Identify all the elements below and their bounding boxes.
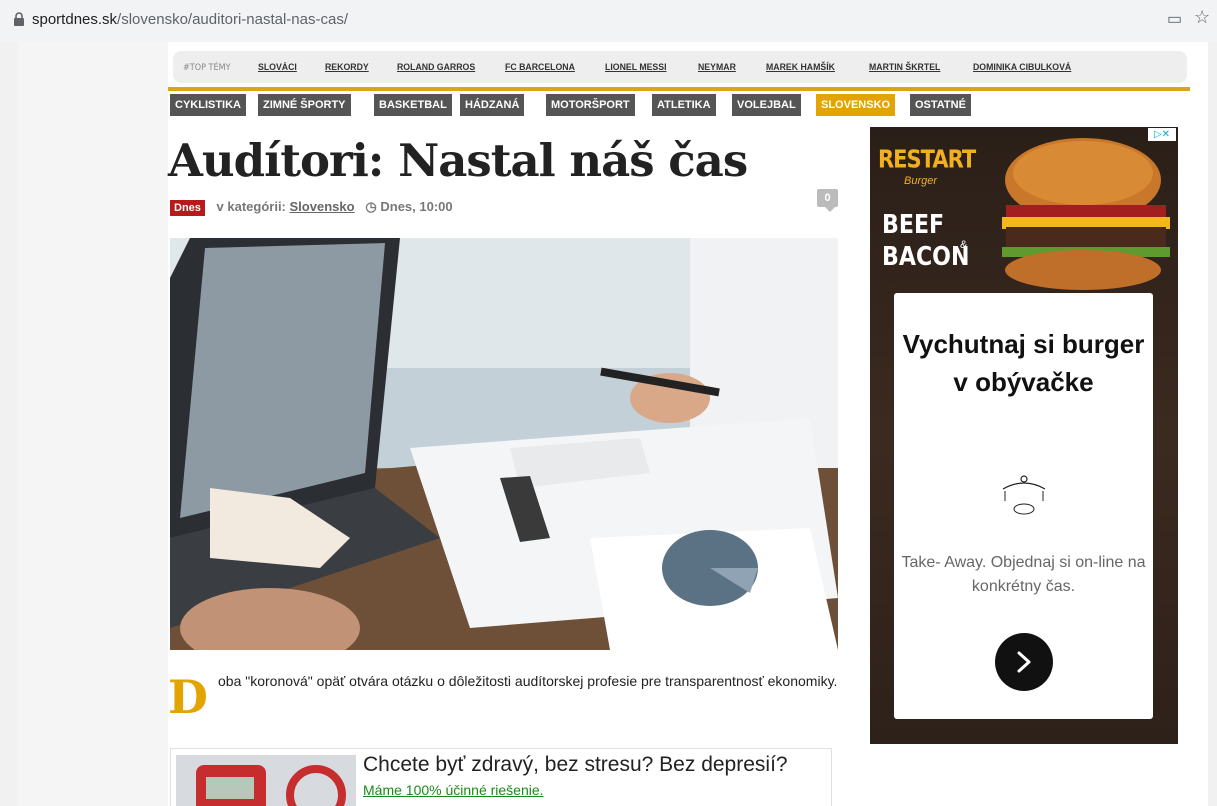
topic-link[interactable]: SLOVÁCI xyxy=(258,62,297,73)
article-category-link[interactable]: Slovensko xyxy=(290,199,355,214)
category-tab[interactable]: HÁDZANÁ xyxy=(460,94,525,116)
topic-link[interactable]: REKORDY xyxy=(325,62,369,73)
ad-text: Take- Away. Objednaj si on-line na konkr… xyxy=(901,554,1146,595)
url-path: /slovensko/auditori-nastal-nas-cas/ xyxy=(117,11,348,28)
category-divider xyxy=(168,87,1190,91)
category-tab[interactable]: VOLEJBAL xyxy=(732,94,801,116)
chevron-right-icon xyxy=(1017,651,1031,673)
advertisement[interactable]: ▷✕ RESTART Burger BEEF BACON & Vychutnaj… xyxy=(870,127,1178,744)
promo-box[interactable]: Chcete byť zdravý, bez stresu? Bez depre… xyxy=(170,748,832,806)
topic-link[interactable]: LIONEL MESSI xyxy=(605,62,667,73)
category-tab[interactable]: BASKETBAL xyxy=(374,94,452,116)
browser-address-bar[interactable]: sportdnes.sk/slovensko/auditori-nastal-n… xyxy=(0,0,1217,42)
topic-link[interactable]: NEYMAR xyxy=(698,62,736,73)
topic-link[interactable]: MARTIN ŠKRTEL xyxy=(869,62,940,73)
article-meta: Dnes v kategórii: Slovensko ◷ Dnes, 10:0… xyxy=(170,199,453,216)
ad-cta-button[interactable] xyxy=(995,633,1053,691)
topic-link[interactable]: FC BARCELONA xyxy=(505,62,575,73)
article-hero-image xyxy=(170,238,838,650)
topic-link[interactable]: MAREK HAMŠÍK xyxy=(766,62,835,73)
category-tab[interactable]: ATLETIKA xyxy=(652,94,716,116)
burger-image xyxy=(1002,138,1170,290)
restart-logo-icon xyxy=(1002,475,1046,515)
category-prefix: v kategórii: xyxy=(216,199,286,214)
ad-brand-sub: Burger xyxy=(904,175,938,187)
url-host: sportdnes.sk xyxy=(32,11,118,28)
ad-brand: RESTART xyxy=(878,144,976,174)
ad-headline: Vychutnaj si burger v obývačke xyxy=(902,329,1145,397)
topic-link[interactable]: DOMINIKA CIBULKOVÁ xyxy=(973,62,1071,73)
category-tab[interactable]: OSTATNÉ xyxy=(910,94,971,116)
page: #TOP TÉMY SLOVÁCI REKORDY ROLAND GARROS … xyxy=(18,42,1208,806)
promo-image xyxy=(176,755,356,806)
top-topics-label: #TOP TÉMY xyxy=(183,63,231,73)
ad-card[interactable]: Vychutnaj si burger v obývačke Take- Awa… xyxy=(894,293,1153,719)
ad-amp: & xyxy=(960,239,968,251)
topic-link[interactable]: ROLAND GARROS xyxy=(397,62,475,73)
category-tab[interactable]: ZIMNÉ ŠPORTY xyxy=(258,94,351,116)
ad-line2: BACON xyxy=(882,242,970,272)
ad-line1: BEEF xyxy=(882,210,945,240)
url-text[interactable]: sportdnes.sk/slovensko/auditori-nastal-n… xyxy=(32,11,348,28)
install-app-icon[interactable]: ▭ xyxy=(1167,9,1182,29)
promo-link[interactable]: Máme 100% účinné riešenie. xyxy=(363,782,544,798)
drop-cap: D xyxy=(168,670,208,724)
category-tab[interactable]: CYKLISTIKA xyxy=(170,94,246,116)
top-topics-bar: #TOP TÉMY SLOVÁCI REKORDY ROLAND GARROS … xyxy=(173,51,1187,83)
lock-icon xyxy=(14,12,24,26)
article-lead-text: oba "koronová" opäť otvára otázku o dôle… xyxy=(218,673,838,689)
category-tab[interactable]: MOTORŠPORT xyxy=(546,94,635,116)
category-tab-active[interactable]: SLOVENSKO xyxy=(816,94,896,116)
ad-beef-bacon: BEEF BACON xyxy=(882,209,969,273)
article-time: Dnes, 10:00 xyxy=(380,199,453,214)
comments-count[interactable]: 0 xyxy=(817,189,838,212)
date-badge: Dnes xyxy=(170,200,205,216)
clock-icon: ◷ xyxy=(365,199,377,214)
content-column: #TOP TÉMY SLOVÁCI REKORDY ROLAND GARROS … xyxy=(168,42,1208,806)
bookmark-star-icon[interactable]: ☆ xyxy=(1194,7,1210,28)
promo-title[interactable]: Chcete byť zdravý, bez stresu? Bez depre… xyxy=(363,753,788,777)
article-title: Audítori: Nastal náš čas xyxy=(168,134,748,187)
